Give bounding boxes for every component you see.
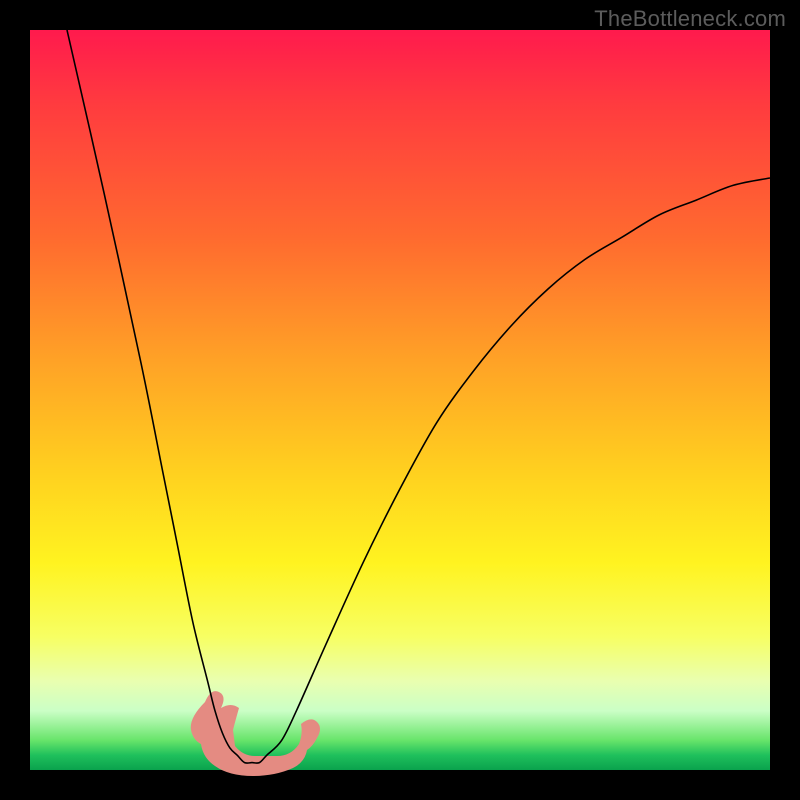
curves-svg [30, 30, 770, 770]
bottleneck-curve [67, 30, 770, 763]
chart-frame: TheBottleneck.com [0, 0, 800, 800]
attribution-label: TheBottleneck.com [594, 6, 786, 32]
plot-area [30, 30, 770, 770]
